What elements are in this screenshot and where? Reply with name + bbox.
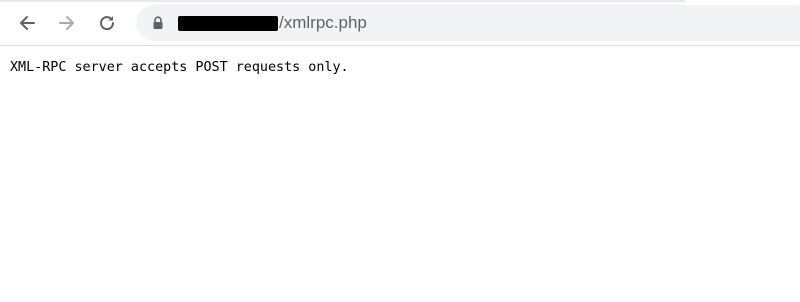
tab-strip-edge — [0, 0, 685, 2]
back-button[interactable] — [11, 7, 43, 39]
arrow-left-icon — [20, 16, 35, 30]
browser-toolbar: /xmlrpc.php — [0, 0, 800, 46]
reload-button[interactable] — [91, 7, 123, 39]
arrow-right-icon — [59, 16, 74, 30]
reload-icon — [100, 16, 115, 31]
lock-icon[interactable] — [151, 16, 165, 30]
url-path: /xmlrpc.php — [279, 13, 367, 32]
page-message: XML-RPC server accepts POST requests onl… — [10, 60, 349, 75]
forward-button[interactable] — [51, 7, 83, 39]
redacted-domain — [178, 16, 278, 31]
address-bar[interactable]: /xmlrpc.php — [136, 5, 800, 41]
